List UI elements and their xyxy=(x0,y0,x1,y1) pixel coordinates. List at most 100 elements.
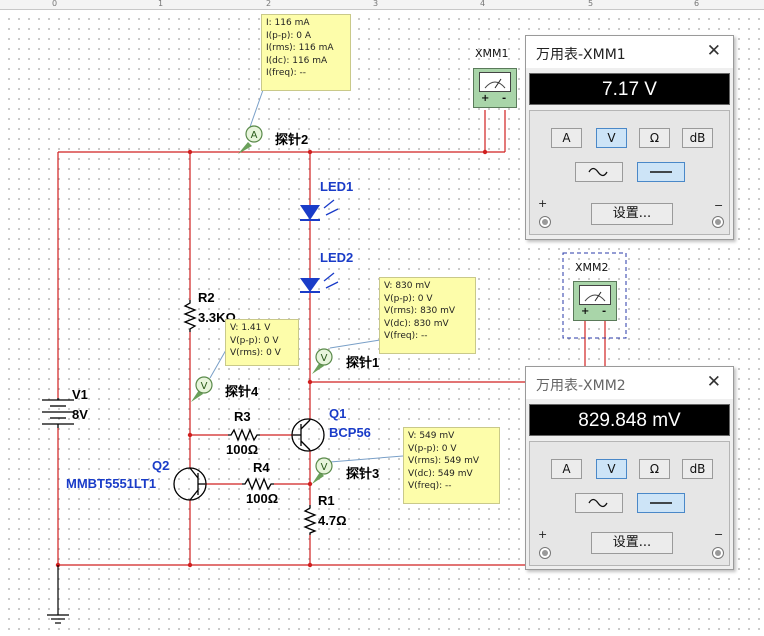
ammeter-mode-button[interactable]: A xyxy=(551,459,582,479)
r4-label: R4 xyxy=(253,460,270,475)
probe-4-label: 探针4 xyxy=(225,384,259,399)
q1-value: BCP56 xyxy=(329,425,371,440)
probe-3-symbol: V xyxy=(321,462,328,473)
dc-line-icon xyxy=(650,171,672,173)
meter-display: 7.17 V xyxy=(529,73,730,105)
decibel-mode-button[interactable]: dB xyxy=(682,128,713,148)
led1[interactable] xyxy=(300,199,339,221)
r4-value: 100Ω xyxy=(246,491,279,506)
tooltip-line: V: 549 mV xyxy=(408,431,455,441)
ohmmeter-mode-button[interactable]: Ω xyxy=(639,459,670,479)
dc-signal-button[interactable] xyxy=(637,493,685,513)
xmm2-name: XMM2 xyxy=(575,261,609,274)
ac-signal-button[interactable] xyxy=(575,493,623,513)
probe-2[interactable]: A xyxy=(238,89,264,154)
minus-terminal-label: - xyxy=(602,306,607,317)
led2[interactable] xyxy=(300,272,339,293)
tooltip-line: I(freq): -- xyxy=(266,68,306,78)
window-titlebar[interactable]: 万用表-XMM1 ✕ xyxy=(526,36,733,68)
plus-terminal-label: + xyxy=(581,306,590,317)
decibel-mode-button[interactable]: dB xyxy=(682,459,713,479)
close-icon[interactable]: ✕ xyxy=(707,372,721,392)
sine-wave-icon xyxy=(588,167,608,177)
plus-terminal-label: + xyxy=(538,197,548,210)
tooltip-line: V(rms): 830 mV xyxy=(384,306,456,316)
window-title: 万用表-XMM2 xyxy=(536,378,626,394)
minus-terminal-label: − xyxy=(714,528,724,541)
tooltip-line: I(rms): 116 mA xyxy=(266,43,334,53)
tooltip-line: I(p-p): 0 A xyxy=(266,30,311,41)
q1-label: Q1 xyxy=(329,406,347,421)
resistor-r4[interactable] xyxy=(242,477,274,491)
r1-label: R1 xyxy=(318,493,335,508)
q2-value: MMBT5551LT1 xyxy=(66,476,157,491)
tooltip-line: V(dc): 549 mV xyxy=(408,468,473,479)
resistor-r1[interactable] xyxy=(303,505,317,535)
q2-label: Q2 xyxy=(152,458,170,473)
r2-label: R2 xyxy=(198,290,215,305)
probe-3-tooltip: V: 549 mV V(p-p): 0 V V(rms): 549 mV V(d… xyxy=(403,427,500,504)
resistor-r2[interactable] xyxy=(183,300,197,332)
meter-display: 829.848 mV xyxy=(529,404,730,436)
tooltip-line: V(p-p): 0 V xyxy=(408,443,457,454)
multimeter-xmm2-window[interactable]: 万用表-XMM2 ✕ 829.848 mV A V Ω dB 设置... + − xyxy=(525,366,734,570)
led1-label: LED1 xyxy=(320,179,354,194)
voltmeter-mode-button[interactable]: V xyxy=(596,128,627,148)
probe-2-tooltip: I: 116 mA I(p-p): 0 A I(rms): 116 mA I(d… xyxy=(261,14,351,91)
r3-label: R3 xyxy=(234,409,251,424)
probe-4-tooltip: V: 1.41 V V(p-p): 0 V V(rms): 0 V xyxy=(225,319,299,366)
minus-terminal[interactable] xyxy=(712,547,724,559)
r1-value: 4.7Ω xyxy=(318,513,347,528)
tooltip-line: V: 1.41 V xyxy=(230,323,271,333)
xmm1-name: XMM1 xyxy=(475,47,509,60)
minus-terminal-label: − xyxy=(714,199,724,212)
transistor-q2[interactable] xyxy=(173,467,207,501)
probe-2-label: 探针2 xyxy=(275,132,309,147)
control-panel: A V Ω dB 设置... + − xyxy=(529,441,730,566)
probe-3-label: 探针3 xyxy=(346,466,380,481)
plus-terminal[interactable] xyxy=(539,216,551,228)
window-titlebar[interactable]: 万用表-XMM2 ✕ xyxy=(526,367,733,399)
control-panel: A V Ω dB 设置... + − xyxy=(529,110,730,235)
ammeter-mode-button[interactable]: A xyxy=(551,128,582,148)
ground-symbol xyxy=(47,565,69,624)
ohmmeter-mode-button[interactable]: Ω xyxy=(639,128,670,148)
probe-2-symbol: A xyxy=(251,130,258,141)
meter-face-icon xyxy=(579,285,611,305)
tooltip-line: V(freq): -- xyxy=(408,481,452,491)
probe-4[interactable]: V xyxy=(191,349,227,402)
sine-wave-icon xyxy=(588,498,608,508)
tooltip-line: V(rms): 549 mV xyxy=(408,456,480,466)
minus-terminal[interactable] xyxy=(712,216,724,228)
plus-terminal[interactable] xyxy=(539,547,551,559)
tooltip-line: V(freq): -- xyxy=(384,331,428,341)
xmm1-meter-icon[interactable]: + - xyxy=(473,68,517,108)
resistor-r3[interactable] xyxy=(228,428,260,442)
multimeter-xmm1-window[interactable]: 万用表-XMM1 ✕ 7.17 V A V Ω dB 设置... + − xyxy=(525,35,734,240)
close-icon[interactable]: ✕ xyxy=(707,41,721,61)
tooltip-line: I: 116 mA xyxy=(266,18,310,28)
tooltip-line: V(p-p): 0 V xyxy=(230,335,279,346)
settings-button[interactable]: 设置... xyxy=(591,532,673,554)
probe-1-tooltip: V: 830 mV V(p-p): 0 V V(rms): 830 mV V(d… xyxy=(379,277,476,354)
v1-label: V1 xyxy=(72,387,88,402)
probe-4-symbol: V xyxy=(201,381,208,392)
tooltip-line: V(rms): 0 V xyxy=(230,348,281,358)
battery-v1[interactable] xyxy=(42,398,74,428)
tooltip-line: V(p-p): 0 V xyxy=(384,293,433,304)
tooltip-line: V: 830 mV xyxy=(384,281,431,291)
probe-1-symbol: V xyxy=(321,353,328,364)
settings-button[interactable]: 设置... xyxy=(591,203,673,225)
dc-signal-button[interactable] xyxy=(637,162,685,182)
xmm2-meter-icon[interactable]: + - xyxy=(573,281,617,321)
tooltip-line: I(dc): 116 mA xyxy=(266,55,328,66)
minus-terminal-label: - xyxy=(502,93,507,104)
led2-label: LED2 xyxy=(320,250,354,265)
transistor-q1[interactable] xyxy=(291,418,325,452)
ac-signal-button[interactable] xyxy=(575,162,623,182)
r3-value: 100Ω xyxy=(226,442,259,457)
window-title: 万用表-XMM1 xyxy=(536,47,626,63)
plus-terminal-label: + xyxy=(538,528,548,541)
voltmeter-mode-button[interactable]: V xyxy=(596,459,627,479)
plus-terminal-label: + xyxy=(481,93,490,104)
